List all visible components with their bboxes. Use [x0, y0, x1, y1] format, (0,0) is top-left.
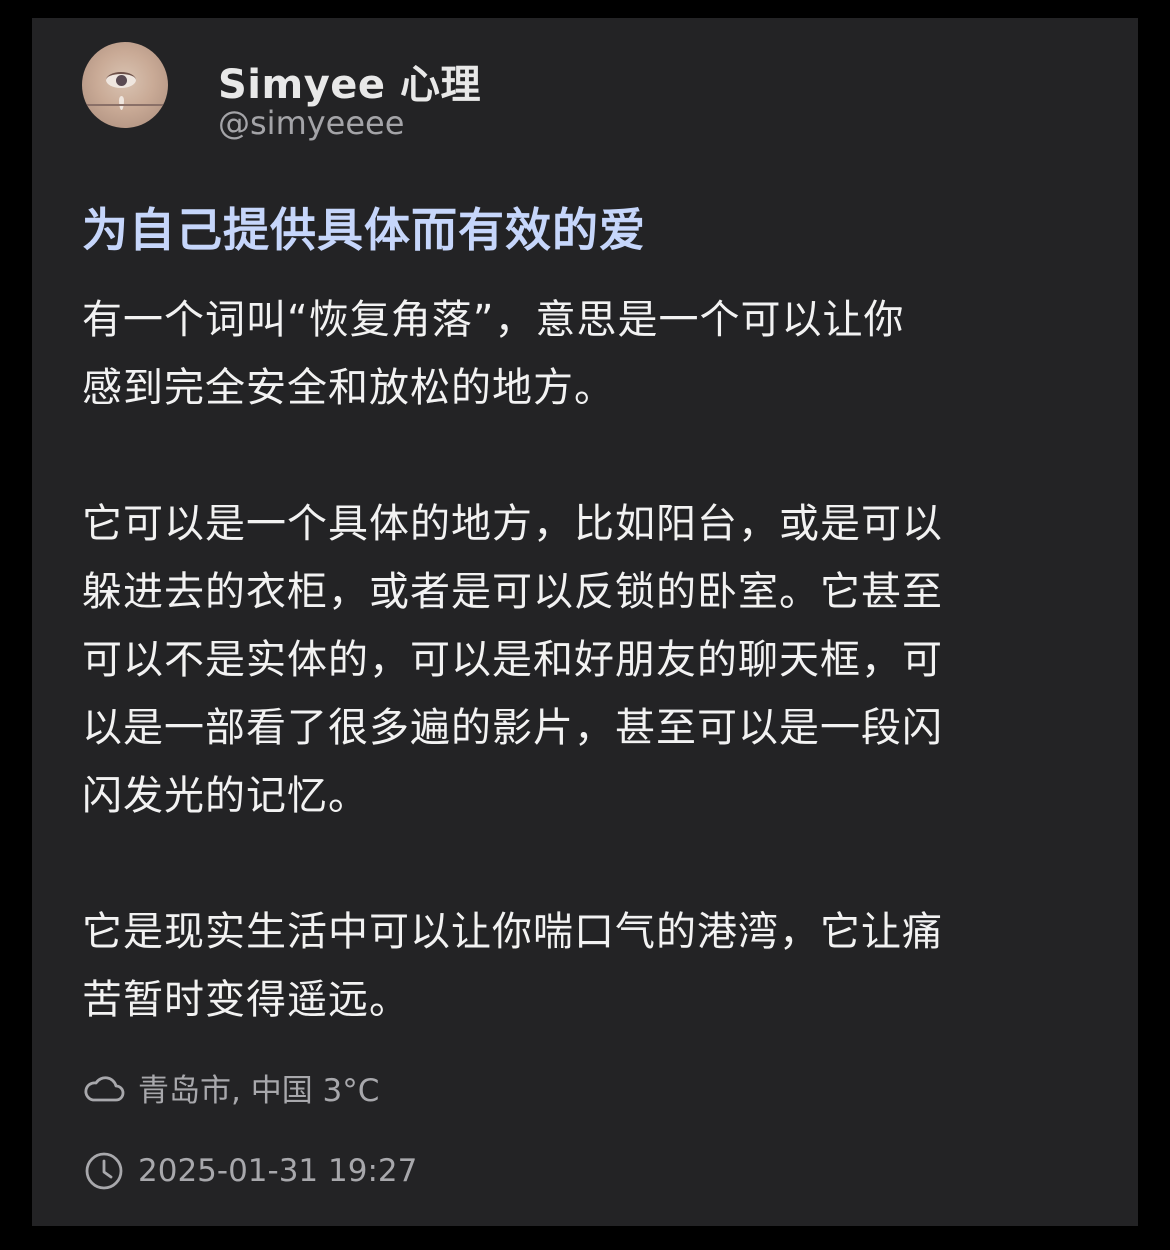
timestamp-text: 2025-01-31 19:27 — [138, 1153, 418, 1189]
clock-icon — [82, 1151, 126, 1191]
author-avatar[interactable] — [82, 42, 168, 128]
tear-icon — [119, 96, 124, 110]
avatar-line — [82, 104, 168, 106]
location-row[interactable]: 青岛市, 中国 3°C — [82, 1065, 379, 1110]
post-body: 有一个词叫“恢复角落”，意思是一个可以让你 感到完全安全和放松的地方。 它可以是… — [82, 286, 1042, 1034]
paragraph-line: 苦暂时变得遥远。 — [82, 977, 410, 1023]
paragraph-line: 可以不是实体的，可以是和好朋友的聊天框，可 — [82, 637, 943, 683]
author-handle[interactable]: @simyeeee — [218, 104, 404, 142]
post-title: 为自己提供具体而有效的爱 — [82, 203, 646, 257]
cloud-icon — [82, 1068, 126, 1108]
paragraph-line: 它是现实生活中可以让你喘口气的港湾，它让痛 — [82, 909, 943, 955]
author-display-name[interactable]: Simyee 心理 — [218, 52, 481, 110]
paragraph-line: 躲进去的衣柜，或者是可以反锁的卧室。它甚至 — [82, 569, 943, 615]
eye-iris — [116, 75, 127, 86]
paragraph-line: 它可以是一个具体的地方，比如阳台，或是可以 — [82, 501, 943, 547]
paragraph-line: 有一个词叫“恢复角落”，意思是一个可以让你 — [82, 297, 905, 343]
paragraph-line: 以是一部看了很多遍的影片，甚至可以是一段闪 — [82, 705, 943, 751]
eye-icon — [106, 72, 136, 88]
location-text: 青岛市, 中国 3°C — [138, 1073, 380, 1109]
timestamp-row: 2025-01-31 19:27 — [82, 1151, 417, 1191]
paragraph-line: 感到完全安全和放松的地方。 — [82, 365, 615, 411]
paragraph-line: 闪发光的记忆。 — [82, 773, 369, 819]
post-card: Simyee 心理 @simyeeee 为自己提供具体而有效的爱 有一个词叫“恢… — [32, 18, 1138, 1226]
